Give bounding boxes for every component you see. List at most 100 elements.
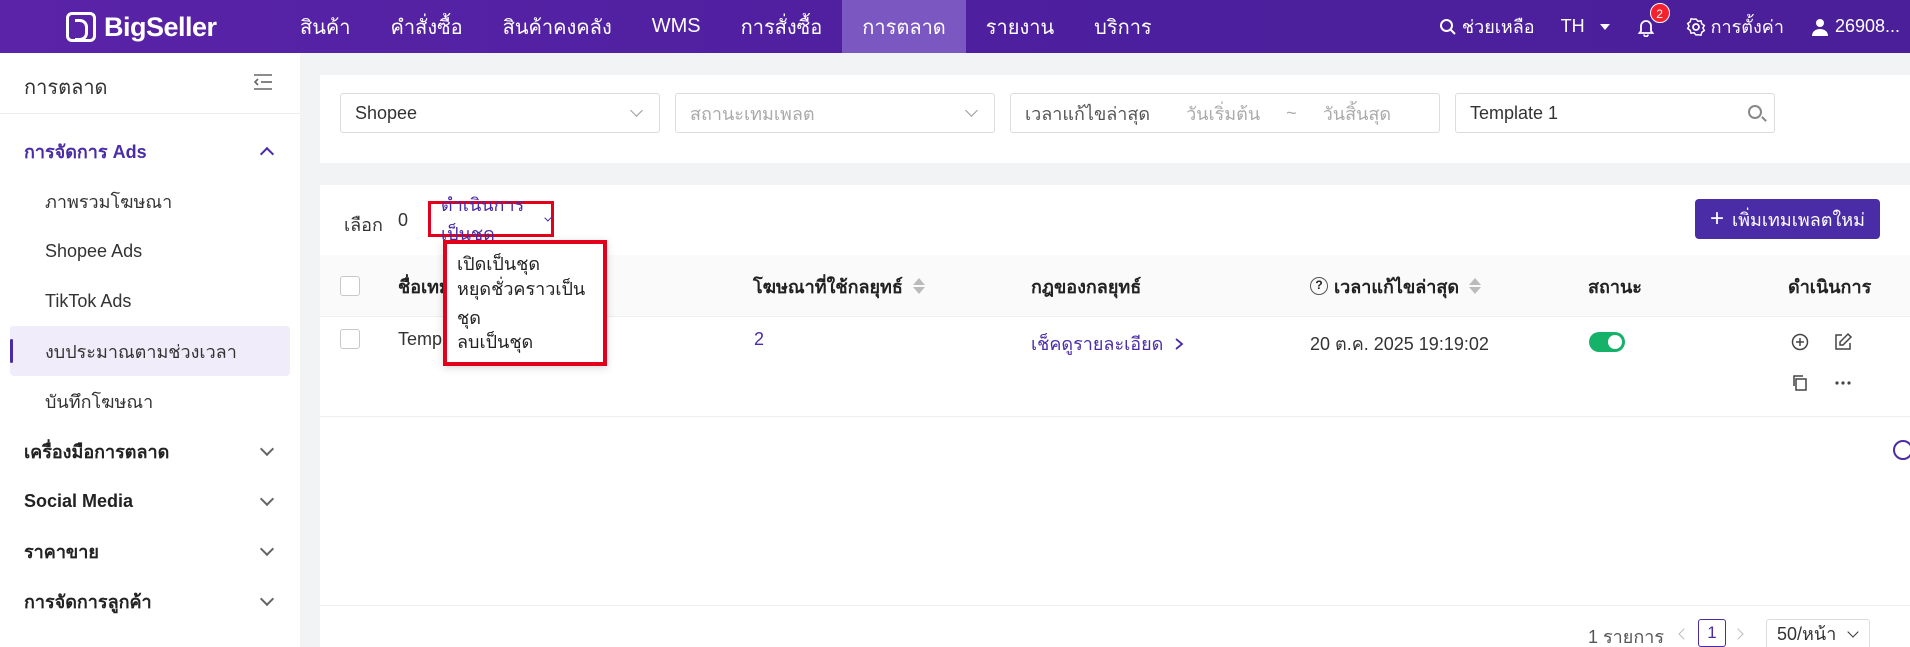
- sidebar-group-label: เครื่องมือการตลาด: [24, 441, 170, 462]
- sidebar-divider: [0, 113, 300, 114]
- help-icon[interactable]: ?: [1310, 277, 1328, 295]
- sidebar-item-ads-log[interactable]: บันทึกโฆษณา: [0, 376, 300, 426]
- template-status-select[interactable]: สถานะเทมเพลต: [675, 93, 995, 133]
- sidebar-item-shopee-ads[interactable]: Shopee Ads: [0, 226, 300, 276]
- chevron-down-icon: [630, 104, 643, 117]
- sidebar-item-tiktok-ads[interactable]: TikTok Ads: [0, 276, 300, 326]
- user-id: 26908...: [1834, 16, 1900, 36]
- total-records: 1 รายการ: [1588, 627, 1665, 647]
- notification-badge: 2: [1649, 2, 1670, 23]
- nav-item-marketing[interactable]: การตลาด: [842, 0, 966, 53]
- search-value: Template 1: [1470, 102, 1559, 123]
- status-placeholder: สถานะเทมเพลต: [690, 103, 815, 124]
- search-icon: [1439, 18, 1456, 35]
- nav-item-services[interactable]: บริการ: [1074, 0, 1172, 53]
- col-actions: ดำเนินการ: [1788, 276, 1872, 297]
- nav-item-wms[interactable]: WMS: [632, 0, 721, 53]
- nav-item-reports[interactable]: รายงาน: [966, 0, 1074, 53]
- view-details-link[interactable]: เช็คดูรายละเอียด: [1031, 329, 1185, 358]
- user-menu[interactable]: 26908...: [1810, 16, 1900, 37]
- chevron-down-icon: [259, 591, 275, 607]
- floating-assistant-icon[interactable]: [1893, 440, 1910, 460]
- main-nav: สินค้า คำสั่งซื้อ สินค้าคงคลัง WMS การสั…: [280, 0, 1172, 53]
- last-modified-date-range[interactable]: เวลาแก้ไขล่าสุด วันเริ่มต้น ~ วันสิ้นสุด: [1010, 93, 1440, 133]
- sidebar: การตลาด การจัดการ Ads ภาพรวมโฆษณา Shopee…: [0, 53, 300, 647]
- notification-bell[interactable]: 2: [1636, 2, 1670, 37]
- last-modified-value: 20 ต.ค. 2025 19:19:02: [1310, 334, 1489, 354]
- date-start-input[interactable]: วันเริ่มต้น: [1186, 99, 1260, 128]
- add-template-button[interactable]: + เพิ่มเทมเพลตใหม่: [1695, 199, 1880, 239]
- status-toggle-cell: [1589, 332, 1625, 352]
- nav-item-inventory[interactable]: สินค้าคงคลัง: [483, 0, 632, 53]
- date-range-label: เวลาแก้ไขล่าสุด: [1025, 103, 1151, 124]
- top-navigation-bar: BigSeller สินค้า คำสั่งซื้อ สินค้าคงคลัง…: [0, 0, 1910, 53]
- sidebar-item-ads-overview[interactable]: ภาพรวมโฆษณา: [0, 176, 300, 226]
- chevron-down-icon: [259, 441, 275, 457]
- ads-count-link[interactable]: 2: [754, 329, 764, 350]
- sort-icon[interactable]: [912, 278, 925, 294]
- template-search-input[interactable]: Template 1: [1455, 93, 1775, 133]
- edit-icon[interactable]: [1833, 332, 1853, 352]
- sidebar-group-ads-management[interactable]: การจัดการ Ads: [0, 126, 300, 176]
- copy-icon[interactable]: [1790, 373, 1810, 393]
- chevron-down-icon: [259, 491, 275, 507]
- caret-down-icon: [1599, 23, 1610, 30]
- menu-item-batch-pause[interactable]: หยุดชั่วคราวเป็นชุด: [447, 279, 603, 328]
- page-size-value: 50/หน้า: [1777, 624, 1837, 644]
- sidebar-item-time-budget[interactable]: งบประมาณตามช่วงเวลา: [10, 326, 290, 376]
- col-last-modified[interactable]: ? เวลาแก้ไขล่าสุด: [1310, 255, 1482, 317]
- nav-item-purchase[interactable]: การสั่งซื้อ: [721, 0, 843, 53]
- batch-actions-button[interactable]: ดำเนินการเป็นชุด: [428, 195, 554, 244]
- row-select-cell: [340, 329, 360, 349]
- col-ads-label: โฆษณาที่ใช้กลยุทธ์: [753, 276, 903, 297]
- nav-item-orders[interactable]: คำสั่งซื้อ: [371, 0, 483, 53]
- chevron-down-icon: [1847, 626, 1859, 638]
- brand-name: BigSeller: [104, 11, 217, 42]
- batch-actions-menu: เปิดเป็นชุด หยุดชั่วคราวเป็นชุด ลบเป็นชุ…: [443, 240, 607, 366]
- nav-item-products[interactable]: สินค้า: [280, 0, 371, 53]
- col-last-modified-label: เวลาแก้ไขล่าสุด: [1334, 276, 1460, 297]
- selected-label: เลือก: [344, 215, 383, 235]
- brand-logo[interactable]: BigSeller: [66, 8, 217, 46]
- sidebar-group-pricing[interactable]: ราคาขาย: [0, 526, 300, 576]
- date-end-input[interactable]: วันสิ้นสุด: [1323, 99, 1391, 128]
- select-all-checkbox[interactable]: [340, 276, 360, 296]
- help-link[interactable]: ช่วยเหลือ: [1439, 12, 1535, 41]
- status-toggle[interactable]: [1589, 332, 1625, 352]
- sidebar-group-marketing-tools[interactable]: เครื่องมือการตลาด: [0, 426, 300, 476]
- sidebar-group-label: Social Media: [24, 490, 134, 511]
- page-size-select[interactable]: 50/หน้า: [1766, 619, 1870, 647]
- sidebar-group-social-media[interactable]: Social Media: [0, 476, 300, 526]
- date-separator: ~: [1286, 102, 1297, 123]
- settings-label: การตั้งค่า: [1710, 17, 1784, 37]
- settings-link[interactable]: การตั้งค่า: [1686, 12, 1784, 41]
- top-right-tools: ช่วยเหลือ TH 2 การตั้งค่า 26908...: [1439, 0, 1910, 53]
- user-icon: [1811, 18, 1828, 36]
- current-page[interactable]: 1: [1698, 619, 1726, 647]
- platform-select[interactable]: Shopee: [340, 93, 660, 133]
- col-ads-using-strategy[interactable]: โฆษณาที่ใช้กลยุทธ์: [753, 255, 925, 317]
- next-page-icon[interactable]: [1732, 628, 1744, 640]
- select-all-cell: [340, 255, 360, 317]
- language-select[interactable]: TH: [1561, 16, 1610, 37]
- plus-icon: +: [1709, 205, 1724, 232]
- add-circle-icon[interactable]: [1790, 332, 1810, 352]
- prev-page-icon[interactable]: [1678, 628, 1690, 640]
- chevron-down-icon: [543, 212, 553, 222]
- sort-icon[interactable]: [1469, 278, 1482, 294]
- chevron-down-icon: [965, 104, 978, 117]
- chevron-up-icon: [259, 146, 275, 162]
- filter-panel: Shopee สถานะเทมเพลต เวลาแก้ไขล่าสุด วันเ…: [320, 75, 1910, 163]
- more-icon[interactable]: [1833, 373, 1853, 393]
- col-strategy-rules: กฎของกลยุทธ์: [1031, 276, 1142, 297]
- col-status: สถานะ: [1588, 276, 1642, 297]
- help-label: ช่วยเหลือ: [1461, 17, 1535, 37]
- platform-value: Shopee: [355, 102, 418, 123]
- collapse-sidebar-icon[interactable]: [252, 73, 274, 96]
- selected-count: 0: [398, 210, 409, 230]
- sidebar-group-customer-management[interactable]: การจัดการลูกค้า: [0, 576, 300, 626]
- sidebar-group-label: ราคาขาย: [24, 541, 99, 562]
- template-name: Temp: [398, 329, 443, 349]
- search-icon[interactable]: [1748, 105, 1762, 119]
- row-checkbox[interactable]: [340, 329, 360, 349]
